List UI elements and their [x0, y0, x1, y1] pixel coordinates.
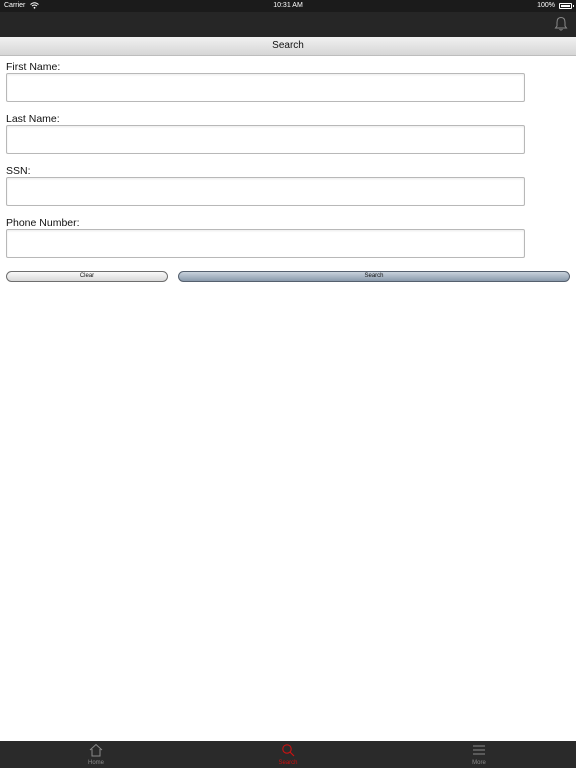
search-icon	[282, 744, 295, 757]
search-button[interactable]: Search	[178, 271, 570, 282]
navigation-bar	[0, 12, 576, 37]
tab-more[interactable]: More	[429, 741, 529, 768]
tab-home-label: Home	[87, 760, 104, 766]
ssn-label: SSN:	[6, 165, 31, 177]
page-title: Search	[0, 37, 576, 56]
first-name-input[interactable]	[6, 73, 525, 102]
ssn-input[interactable]	[6, 177, 525, 206]
clock: 10:31 AM	[273, 2, 303, 9]
last-name-input[interactable]	[6, 125, 525, 154]
tab-home[interactable]: Home	[46, 741, 146, 768]
bell-icon[interactable]	[554, 16, 568, 32]
menu-icon	[473, 745, 485, 755]
phone-number-input[interactable]	[6, 229, 525, 258]
clear-button[interactable]: Clear	[6, 271, 168, 282]
tab-search[interactable]: Search	[238, 741, 338, 768]
home-icon	[89, 743, 103, 757]
tab-more-label: More	[472, 760, 486, 766]
first-name-label: First Name:	[6, 61, 61, 73]
battery-percentage: 100%	[537, 2, 555, 9]
phone-number-label: Phone Number:	[6, 217, 80, 229]
battery-icon	[559, 3, 574, 9]
last-name-label: Last Name:	[6, 113, 60, 125]
tab-search-label: Search	[278, 760, 298, 766]
tab-bar: Home Search More	[0, 741, 576, 768]
status-bar: Carrier 10:31 AM 100%	[0, 0, 576, 12]
